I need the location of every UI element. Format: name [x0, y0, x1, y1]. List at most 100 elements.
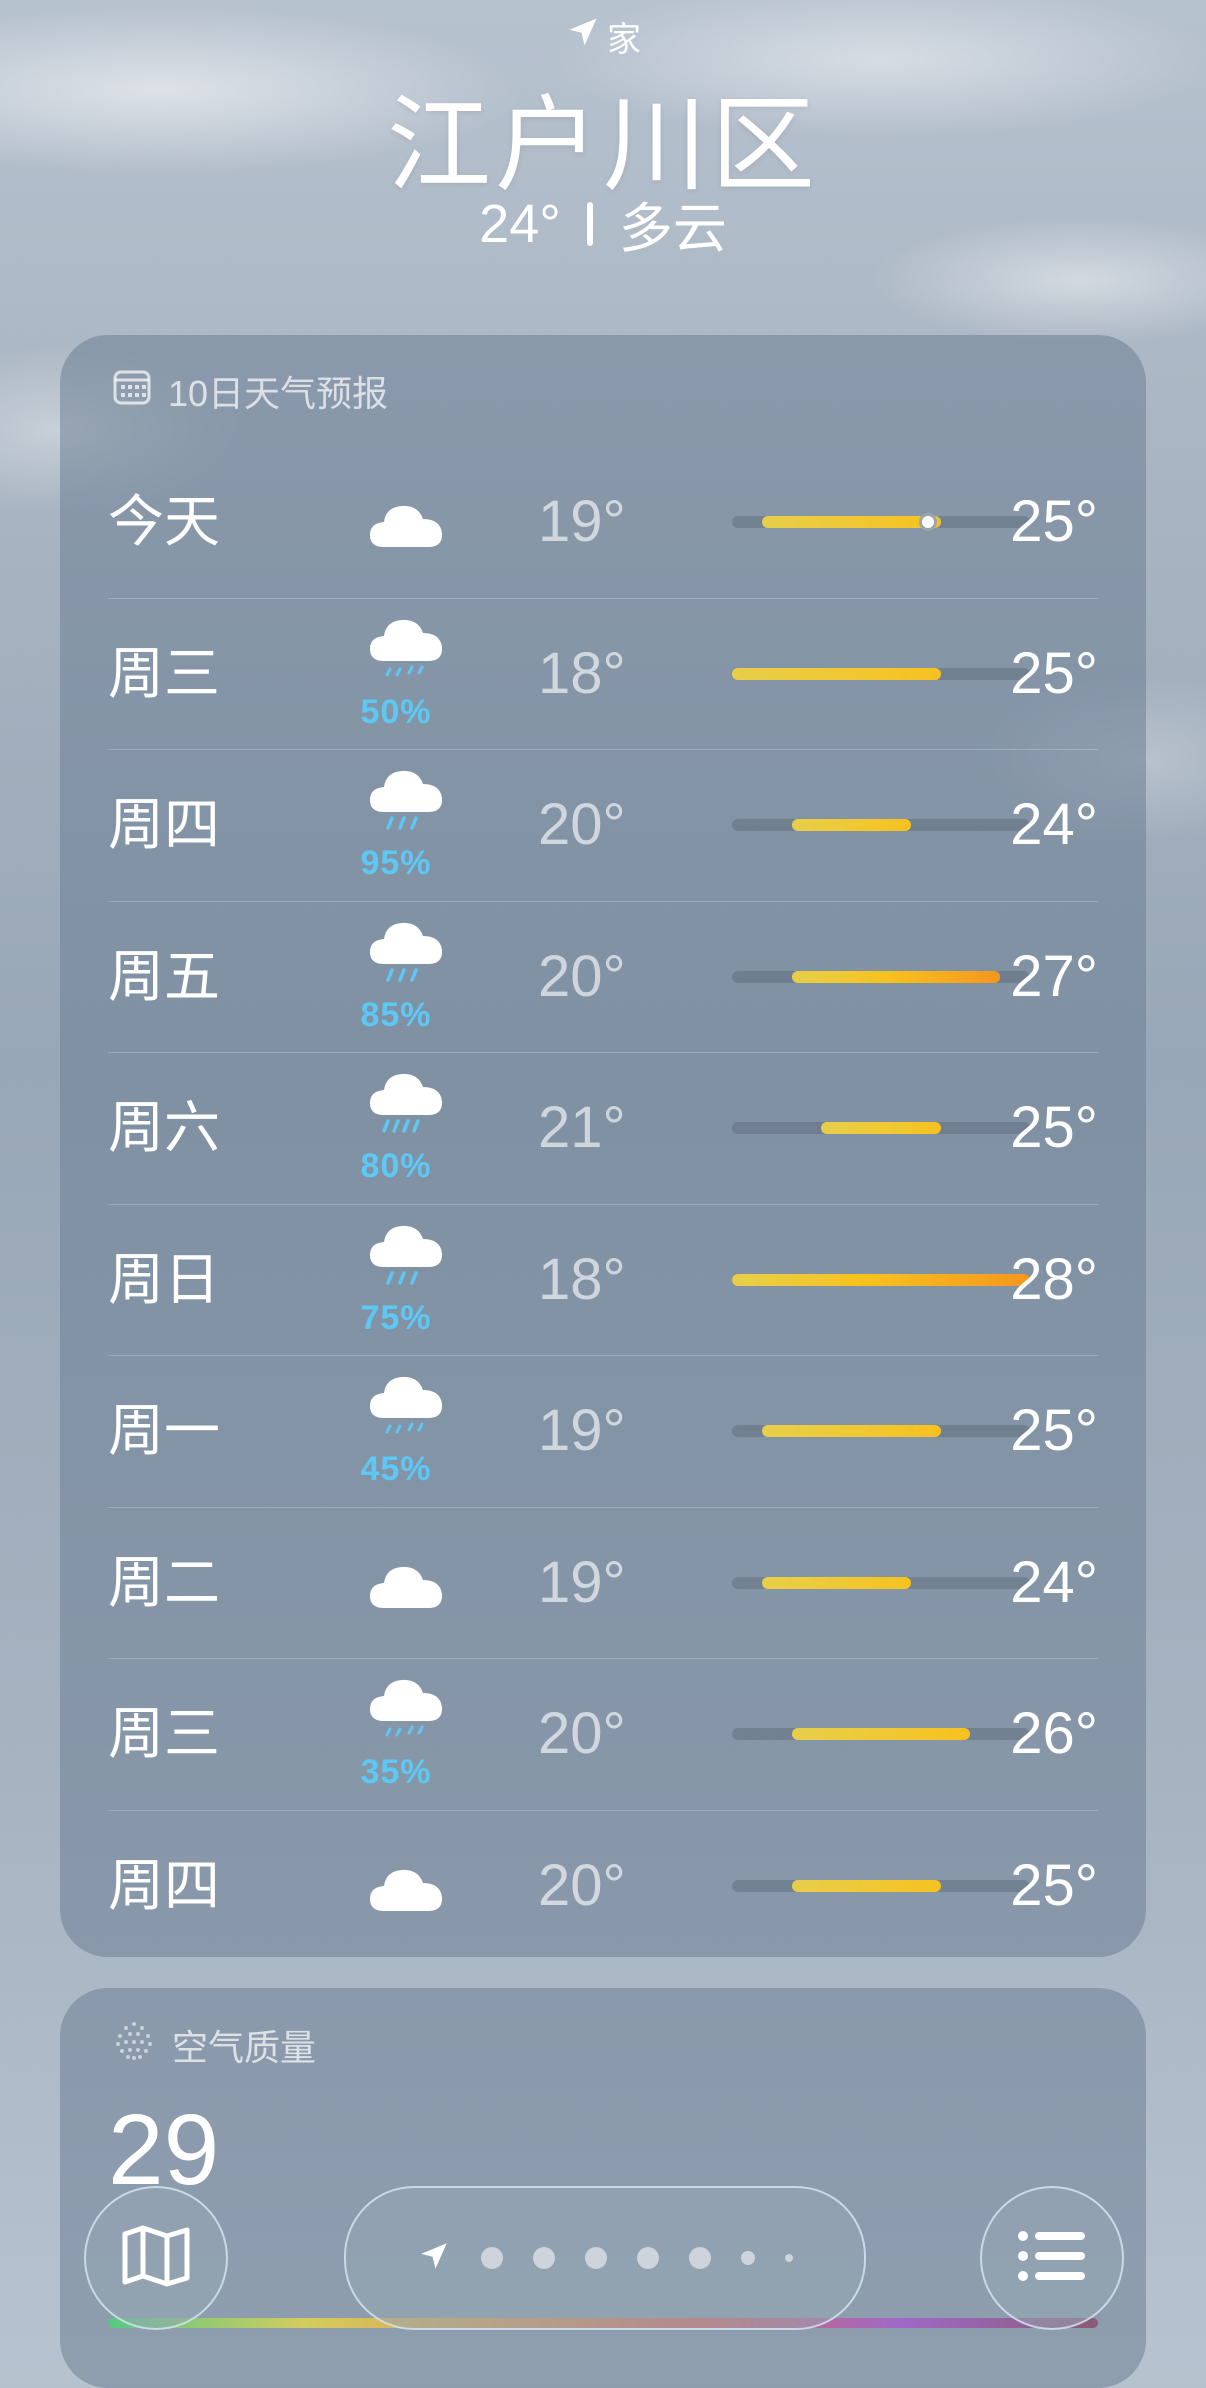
- forecast-row: 周六 80% 21° 25°: [108, 1052, 1098, 1204]
- high-temperature: 24°: [1010, 792, 1098, 857]
- temperature-range-fill: [732, 667, 941, 680]
- forecast-row: 周五 85% 20° 27°: [108, 900, 1098, 1053]
- forecast-row: 周三 35% 20° 26°: [108, 1658, 1098, 1810]
- separator: [586, 201, 593, 246]
- forecast-day-label: 周三: [108, 641, 220, 705]
- forecast-weather: 75%: [346, 1223, 446, 1343]
- high-temperature: 25°: [1010, 1398, 1098, 1463]
- location-arrow-icon: [565, 14, 601, 59]
- forecast-day-label: 周三: [108, 1702, 220, 1765]
- high-temperature: 25°: [1010, 489, 1098, 554]
- location-label: 家: [607, 21, 641, 59]
- current-temperature-marker: [918, 513, 937, 531]
- low-temperature: 18°: [538, 1246, 626, 1312]
- page-dot[interactable]: [585, 2247, 607, 2269]
- low-temperature: 20°: [538, 943, 626, 1009]
- high-temperature: 26°: [1010, 1701, 1098, 1766]
- temperature-range-fill: [791, 1879, 941, 1892]
- temperature-range-bar: [732, 1122, 1030, 1134]
- forecast-title: 10日天气预报: [168, 373, 389, 414]
- temperature-range-fill: [761, 1576, 911, 1589]
- temperature-range-fill: [732, 1273, 1030, 1286]
- temperature-range-bar: [732, 819, 1030, 831]
- forecast-weather: 35%: [346, 1677, 446, 1797]
- precip-chance: 85%: [360, 995, 432, 1034]
- forecast-row: 周三 50% 18° 25°: [108, 597, 1098, 750]
- low-temperature: 18°: [538, 640, 626, 706]
- precip-chance: 45%: [360, 1450, 432, 1488]
- list-icon: [1017, 2228, 1087, 2289]
- forecast-weather: 45%: [346, 1374, 446, 1494]
- temperature-range-bar: [732, 513, 1030, 531]
- forecast-day-label: 周五: [108, 944, 220, 1008]
- temperature-range-fill: [761, 516, 941, 528]
- forecast-day-label: 周二: [108, 1550, 220, 1614]
- temperature-range-bar: [732, 1273, 1030, 1286]
- temperature-range-bar: [732, 667, 1030, 680]
- page-dot[interactable]: [637, 2247, 659, 2269]
- low-temperature: 20°: [538, 1852, 626, 1918]
- location-row: 家: [0, 12, 1206, 61]
- forecast-row: 周二 19° 24°: [108, 1506, 1098, 1659]
- air-quality-header: 空气质量: [112, 2018, 316, 2071]
- forecast-weather: [346, 465, 446, 585]
- page-dot[interactable]: [689, 2247, 711, 2269]
- page-dot[interactable]: [741, 2251, 755, 2265]
- forecast-day-label: 周一: [108, 1399, 220, 1462]
- forecast-weather: [346, 1526, 446, 1646]
- temperature-range-bar: [732, 1576, 1030, 1589]
- map-button[interactable]: [84, 2186, 228, 2330]
- high-temperature: 25°: [1010, 1852, 1098, 1918]
- high-temperature: 28°: [1010, 1246, 1098, 1312]
- precip-chance: 35%: [360, 1753, 432, 1791]
- temperature-range-fill: [791, 970, 1001, 983]
- page-dot[interactable]: [785, 2254, 793, 2262]
- forecast-weather: 80%: [346, 1071, 446, 1191]
- forecast-row: 周一 45% 19° 25°: [108, 1355, 1098, 1507]
- low-temperature: 19°: [538, 489, 626, 554]
- low-temperature: 20°: [538, 792, 626, 857]
- temperature-range-bar: [732, 1425, 1030, 1437]
- air-quality-icon: [112, 2018, 156, 2071]
- high-temperature: 25°: [1010, 1095, 1098, 1160]
- forecast-card-header: 10日天气预报: [112, 365, 388, 417]
- temperature-range-fill: [791, 1728, 971, 1740]
- temperature-range-fill: [791, 819, 911, 831]
- precip-chance: 75%: [360, 1298, 432, 1337]
- page-dot[interactable]: [481, 2247, 503, 2269]
- forecast-weather: [346, 1829, 446, 1949]
- current-condition: 多云: [618, 199, 727, 259]
- forecast-day-label: 周六: [108, 1096, 220, 1159]
- precip-chance: 50%: [360, 692, 432, 731]
- forecast-row: 今天 19° 25°: [108, 447, 1098, 598]
- temperature-range-bar: [732, 1728, 1030, 1740]
- low-temperature: 20°: [538, 1701, 626, 1766]
- forecast-row: 周日 75% 18° 28°: [108, 1203, 1098, 1356]
- low-temperature: 19°: [538, 1398, 626, 1463]
- forecast-weather: 95%: [346, 768, 446, 888]
- high-temperature: 24°: [1010, 1549, 1098, 1615]
- forecast-row: 周四 20° 25°: [108, 1809, 1098, 1958]
- air-quality-title: 空气质量: [172, 2026, 317, 2068]
- calendar-icon: [112, 368, 152, 415]
- current-temperature: 24°: [479, 193, 561, 254]
- temperature-range-fill: [821, 1122, 941, 1134]
- current-summary: 24° 多云: [0, 184, 1206, 263]
- high-temperature: 25°: [1010, 640, 1098, 706]
- list-button[interactable]: [980, 2186, 1124, 2330]
- temperature-range-bar: [732, 970, 1030, 983]
- location-page-indicator[interactable]: [344, 2186, 866, 2330]
- forecast-weather: 85%: [346, 920, 446, 1040]
- forecast-rows: 今天 19° 25° 周三 50% 18° 25° 周四 95% 20° 24° 周五 85% 20° 27…: [108, 447, 1098, 1957]
- low-temperature: 21°: [538, 1095, 626, 1160]
- high-temperature: 27°: [1010, 943, 1098, 1009]
- forecast-day-label: 今天: [108, 490, 220, 553]
- ten-day-forecast-card[interactable]: 10日天气预报 今天 19° 25° 周三 50% 18° 25° 周四 95% 20° 24° 周五…: [60, 335, 1146, 1957]
- current-location-arrow-icon: [417, 2239, 451, 2278]
- forecast-day-label: 周四: [108, 1853, 220, 1917]
- forecast-row: 周四 95% 20° 24°: [108, 749, 1098, 901]
- forecast-weather: 50%: [346, 617, 446, 737]
- forecast-day-label: 周日: [108, 1247, 220, 1311]
- page-dot[interactable]: [533, 2247, 555, 2269]
- temperature-range-fill: [761, 1425, 941, 1437]
